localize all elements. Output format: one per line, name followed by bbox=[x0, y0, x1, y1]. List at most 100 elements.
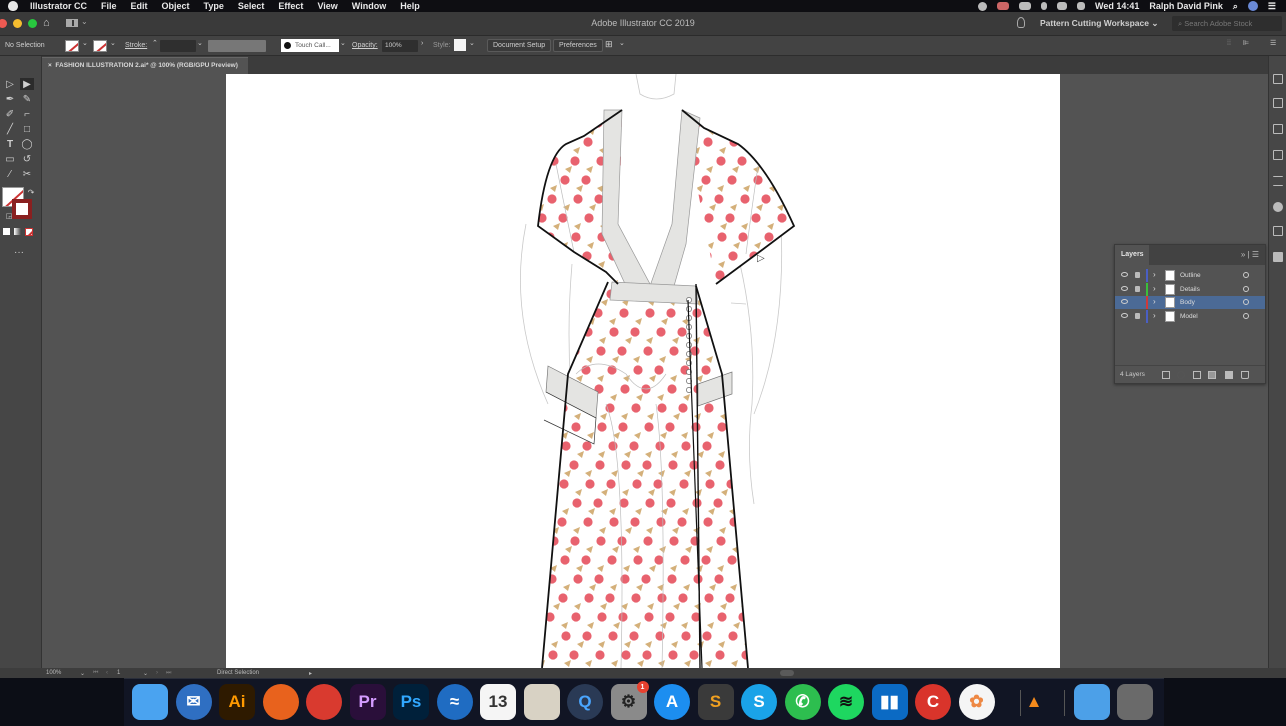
dock-firefox-icon[interactable] bbox=[262, 684, 299, 720]
graphic-style-swatch[interactable] bbox=[454, 39, 466, 51]
dock-quicktime-icon[interactable]: Q bbox=[567, 684, 603, 720]
dock-whatsapp-icon[interactable]: ✆ bbox=[784, 684, 821, 720]
appearance-panel-icon[interactable] bbox=[1273, 226, 1283, 236]
type-tool-icon[interactable]: T bbox=[3, 138, 17, 150]
visibility-eye-icon[interactable] bbox=[1121, 312, 1128, 318]
layer-row-body[interactable]: › Body bbox=[1115, 296, 1265, 309]
menu-app-name[interactable]: Illustrator CC bbox=[30, 1, 87, 11]
next-artboard-icon[interactable]: › bbox=[156, 670, 158, 676]
menu-window[interactable]: Window bbox=[352, 1, 386, 11]
variable-width-profile[interactable] bbox=[208, 40, 266, 52]
anchor-point-tool-icon[interactable]: ⌐ bbox=[20, 108, 34, 120]
stroke-weight-chevron-icon[interactable]: ⌄ bbox=[197, 39, 203, 47]
curvature-tool-icon[interactable]: ✎ bbox=[20, 93, 34, 105]
opacity-input[interactable]: 100% bbox=[382, 40, 418, 52]
battery-icon[interactable] bbox=[1018, 2, 1031, 10]
opacity-arrow-icon[interactable]: › bbox=[421, 40, 423, 47]
dock-spotify-icon[interactable]: ≋ bbox=[828, 684, 864, 720]
expand-chevron-icon[interactable]: › bbox=[1153, 284, 1156, 293]
dock-photos-icon[interactable]: ✿ bbox=[958, 684, 995, 720]
line-tool-icon[interactable]: ╱ bbox=[3, 123, 17, 135]
stroke-weight-input[interactable] bbox=[160, 40, 196, 52]
menu-help[interactable]: Help bbox=[400, 1, 420, 11]
panel-menu-icon[interactable]: » | ☰ bbox=[1241, 250, 1259, 259]
menu-view[interactable]: View bbox=[317, 1, 337, 11]
dock-ccleaner-icon[interactable]: C bbox=[915, 684, 951, 720]
status-tool[interactable]: Direct Selection bbox=[217, 670, 259, 676]
layer-name[interactable]: Body bbox=[1180, 299, 1195, 306]
selection-tool-icon[interactable]: ▶ bbox=[20, 78, 34, 90]
creative-cloud-icon[interactable] bbox=[996, 2, 1009, 10]
none-mode-icon[interactable] bbox=[25, 228, 33, 236]
close-tab-icon[interactable]: × bbox=[48, 62, 52, 69]
target-circle-icon[interactable] bbox=[1243, 285, 1249, 292]
menubar-clock[interactable]: Wed 14:41 bbox=[1095, 1, 1139, 11]
siri-icon[interactable] bbox=[1247, 1, 1258, 11]
volume-icon[interactable] bbox=[1076, 2, 1085, 10]
apple-icon[interactable] bbox=[8, 1, 18, 11]
artboard-number[interactable]: 1 bbox=[117, 670, 120, 676]
dock-thunderbird-icon[interactable]: ✉ bbox=[175, 684, 212, 720]
expand-chevron-icon[interactable]: › bbox=[1153, 311, 1156, 320]
stroke-label[interactable]: Stroke: bbox=[125, 42, 147, 49]
arrange-chevron-icon[interactable]: ⌄ bbox=[619, 39, 625, 47]
dock-trash-icon[interactable] bbox=[1117, 684, 1153, 720]
artboard-chevron-icon[interactable]: ⌄ bbox=[143, 670, 148, 677]
clipping-mask-icon[interactable] bbox=[1193, 371, 1201, 379]
visibility-eye-icon[interactable] bbox=[1121, 285, 1128, 291]
new-layer-icon[interactable] bbox=[1225, 371, 1233, 379]
layer-name[interactable]: Details bbox=[1180, 286, 1200, 293]
transform-icon[interactable]: ⁞⁞ bbox=[1227, 40, 1231, 47]
transform-panel-icon[interactable] bbox=[1273, 150, 1283, 160]
target-circle-icon[interactable] bbox=[1243, 272, 1249, 278]
screen-record-icon[interactable] bbox=[977, 1, 987, 11]
align-panel-icon[interactable] bbox=[1273, 176, 1283, 186]
opacity-label[interactable]: Opacity: bbox=[352, 42, 378, 49]
fill-chevron-icon[interactable]: ⌄ bbox=[82, 39, 88, 47]
brush-definition-dropdown[interactable]: Touch Call... bbox=[281, 39, 339, 52]
dock-trello-icon[interactable]: ▮▮ bbox=[871, 684, 908, 720]
zoom-chevron-icon[interactable]: ⌄ bbox=[80, 670, 85, 677]
layer-row-model[interactable]: › Model bbox=[1115, 309, 1265, 323]
spotlight-icon[interactable]: ⌕ bbox=[1233, 1, 1238, 12]
layer-row-outline[interactable]: › Outline bbox=[1115, 269, 1265, 282]
rotate-tool-icon[interactable]: ↺ bbox=[20, 153, 34, 165]
brush-chevron-icon[interactable]: ⌄ bbox=[340, 39, 346, 47]
artboard[interactable]: ▷ bbox=[226, 74, 1060, 668]
new-sublayer-icon[interactable] bbox=[1208, 371, 1216, 379]
layer-row-details[interactable]: › Details bbox=[1115, 282, 1265, 296]
pen-tool-icon[interactable]: ✒ bbox=[3, 93, 17, 105]
target-circle-icon[interactable] bbox=[1243, 312, 1249, 319]
dock-system-preferences-icon[interactable]: ⚙ 1 bbox=[610, 681, 649, 720]
visibility-eye-icon[interactable] bbox=[1121, 272, 1128, 277]
dock-photoshop-icon[interactable]: Ps bbox=[393, 684, 429, 720]
dock-illustrator-icon[interactable]: Ai bbox=[219, 684, 255, 720]
export-icon[interactable] bbox=[1162, 371, 1170, 379]
layers-tab[interactable]: Layers bbox=[1115, 245, 1149, 265]
first-artboard-icon[interactable]: ⏮ bbox=[93, 670, 98, 677]
edit-toolbar-icon[interactable]: ··· bbox=[12, 246, 26, 258]
last-artboard-icon[interactable]: ⏭ bbox=[166, 670, 171, 677]
eyedropper-tool-icon[interactable]: ⁄ bbox=[3, 168, 17, 180]
dock-downloads-folder-icon[interactable] bbox=[1073, 684, 1110, 720]
default-colors-icon[interactable]: ◲ bbox=[2, 210, 16, 222]
document-tab[interactable]: × FASHION ILLUSTRATION 2.ai* @ 100% (RGB… bbox=[42, 57, 248, 74]
color-mode-icon[interactable] bbox=[3, 228, 10, 235]
layers-panel-icon[interactable] bbox=[1273, 252, 1283, 262]
expand-chevron-icon[interactable]: › bbox=[1153, 270, 1156, 279]
fill-swatch[interactable] bbox=[65, 40, 79, 52]
target-circle-icon[interactable] bbox=[1243, 299, 1249, 305]
menu-file[interactable]: File bbox=[101, 1, 117, 11]
stroke-chevron-icon[interactable]: ⌄ bbox=[110, 39, 116, 47]
expand-chevron-icon[interactable]: › bbox=[1153, 297, 1156, 306]
wifi-icon[interactable] bbox=[1056, 2, 1067, 10]
scissors-tool-icon[interactable]: ✂ bbox=[20, 168, 34, 180]
menu-object[interactable]: Object bbox=[162, 1, 190, 11]
prev-artboard-icon[interactable]: ‹ bbox=[106, 670, 108, 676]
bluetooth-icon[interactable] bbox=[1040, 2, 1047, 10]
dock-app-store-icon[interactable]: A bbox=[654, 684, 690, 720]
libraries-panel-icon[interactable] bbox=[1273, 98, 1283, 108]
layer-name[interactable]: Model bbox=[1180, 313, 1198, 320]
align-icon[interactable]: ⊫ bbox=[1243, 39, 1249, 47]
color-panel-icon[interactable] bbox=[1273, 202, 1283, 212]
